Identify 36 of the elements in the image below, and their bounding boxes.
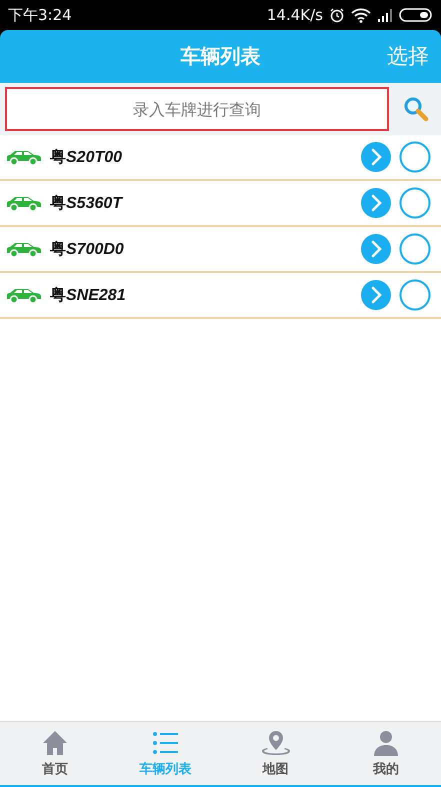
- select-circle[interactable]: [399, 141, 431, 173]
- status-time: 下午3:24: [8, 6, 72, 24]
- location-pin-icon: [260, 730, 291, 756]
- chevron-right-icon[interactable]: [361, 142, 391, 172]
- plate-number: 粤S20T00: [50, 146, 122, 168]
- search-icon[interactable]: [403, 96, 429, 122]
- home-icon: [42, 730, 68, 756]
- select-circle[interactable]: [399, 279, 431, 311]
- car-icon: [6, 286, 42, 304]
- battery-icon: [399, 7, 433, 23]
- chevron-right-icon[interactable]: [361, 280, 391, 310]
- car-icon: [6, 148, 42, 166]
- page-title: 车辆列表: [180, 43, 260, 70]
- tab[interactable]: 地图: [220, 722, 331, 785]
- alarm-icon: [329, 7, 345, 23]
- plate-number: 粤S700D0: [50, 238, 124, 260]
- select-circle[interactable]: [399, 187, 431, 219]
- chevron-right-icon[interactable]: [361, 234, 391, 264]
- signal-icon: [377, 8, 393, 22]
- car-icon: [6, 240, 42, 258]
- car-icon: [6, 194, 42, 212]
- wifi-icon: [351, 8, 371, 22]
- tab[interactable]: 首页: [0, 722, 110, 785]
- tab[interactable]: 我的: [330, 722, 441, 785]
- vehicle-row[interactable]: 粤SNE281: [0, 273, 441, 319]
- vehicle-row[interactable]: 粤S5360T: [0, 181, 441, 227]
- select-circle[interactable]: [399, 233, 431, 265]
- list-icon: [152, 730, 178, 756]
- chevron-right-icon[interactable]: [361, 188, 391, 218]
- vehicle-row[interactable]: 粤S700D0: [0, 227, 441, 273]
- plate-number: 粤SNE281: [50, 284, 126, 306]
- user-icon: [372, 730, 399, 756]
- network-speed: 14.4K/s: [266, 6, 323, 24]
- plate-number: 粤S5360T: [50, 192, 122, 214]
- vehicle-row[interactable]: 粤S20T00: [0, 135, 441, 181]
- search-field[interactable]: 录入车牌进行查询: [5, 87, 389, 131]
